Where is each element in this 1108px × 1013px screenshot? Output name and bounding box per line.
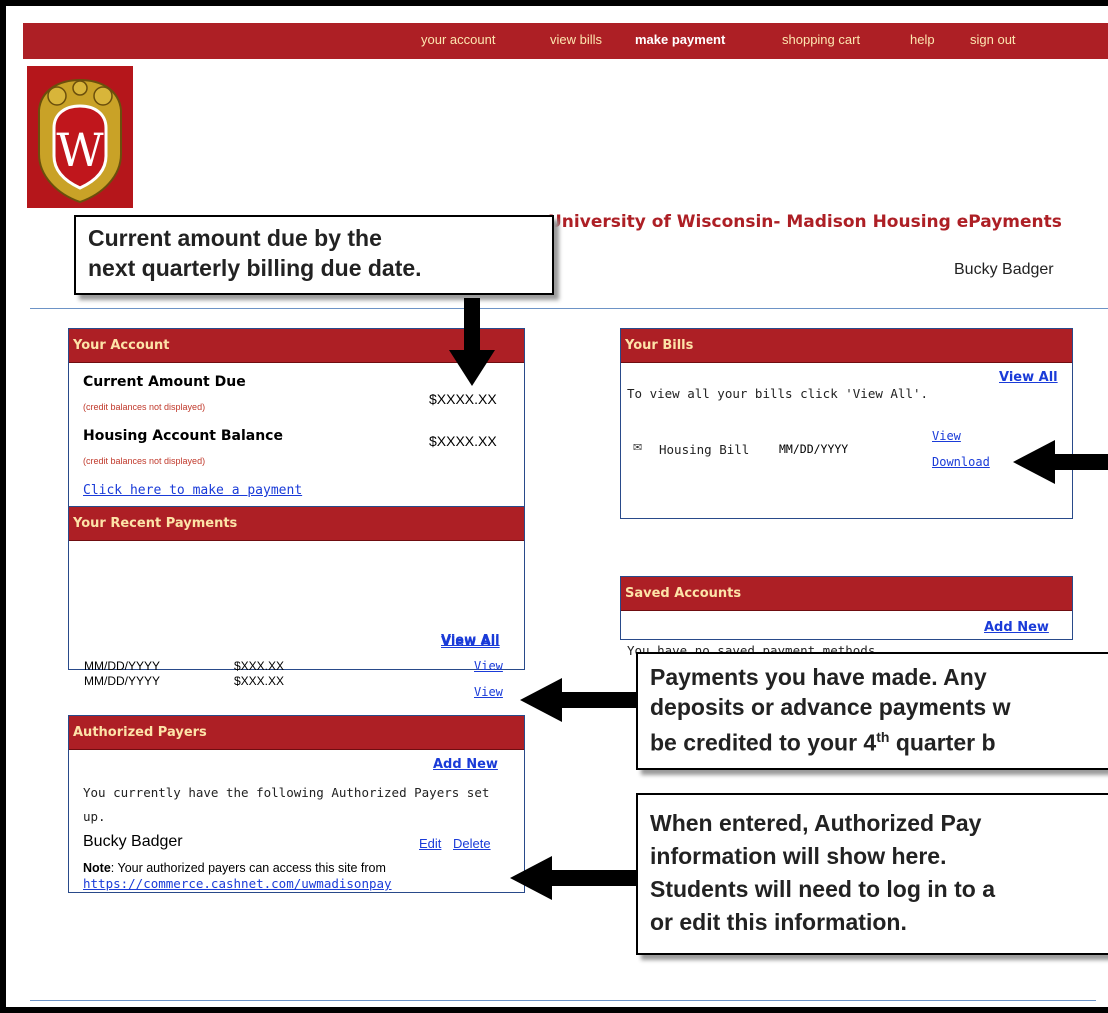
arrow-down-amount-due bbox=[449, 298, 495, 386]
callout-arrows bbox=[449, 298, 1108, 900]
arrow-left-payers bbox=[510, 856, 638, 900]
arrow-left-download bbox=[1013, 440, 1108, 484]
arrow-left-payments bbox=[520, 678, 638, 722]
